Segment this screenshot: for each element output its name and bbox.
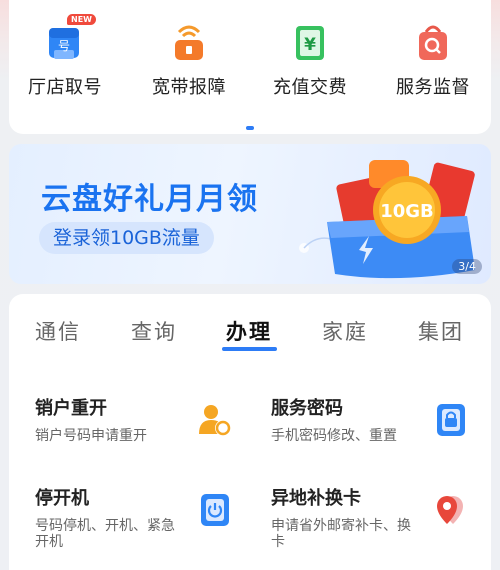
power-icon	[197, 492, 233, 528]
quick-services-card: 号 NEW 厅店取号 宽带报障 ¥ 充值交费 服务监督	[9, 0, 491, 134]
tab-group[interactable]: 集团	[418, 316, 464, 346]
service-remote-card-replace[interactable]: 异地补换卡 申请省外邮寄补卡、换卡	[271, 484, 491, 550]
carousel-dot-active	[246, 126, 254, 130]
quick-item-ticket[interactable]: 号 NEW 厅店取号	[5, 14, 125, 99]
tab-query[interactable]: 查询	[131, 316, 177, 346]
active-tab-indicator	[222, 347, 277, 351]
coin-text: 10GB	[380, 201, 434, 222]
carousel-page-indicator: 3/4	[452, 259, 482, 274]
tab-handle[interactable]: 办理	[226, 316, 272, 346]
tab-communication[interactable]: 通信	[35, 316, 81, 346]
service-suspend-resume[interactable]: 停开机 号码停机、开机、紧急开机	[35, 484, 255, 550]
new-badge: NEW	[67, 14, 96, 25]
service-desc: 号码停机、开机、紧急开机	[35, 518, 175, 550]
service-password[interactable]: 服务密码 手机密码修改、重置	[271, 394, 491, 444]
promo-banner[interactable]: 云盘好礼月月领 登录领10GB流量 10GB 3/4	[9, 144, 491, 284]
service-desc: 手机密码修改、重置	[271, 428, 397, 444]
magnifier-bag-icon	[411, 20, 455, 64]
quick-item-label: 充值交费	[273, 77, 347, 98]
service-desc: 申请省外邮寄补卡、换卡	[271, 518, 411, 550]
lock-icon	[433, 402, 469, 438]
quick-item-label: 宽带报障	[152, 77, 226, 98]
svg-text:¥: ¥	[304, 35, 316, 55]
ticket-icon: 号 NEW	[43, 14, 96, 64]
service-account-reopen[interactable]: 销户重开 销户号码申请重开	[35, 394, 255, 444]
router-icon	[167, 20, 211, 64]
services-panel: 通信 查询 办理 家庭 集团 销户重开 销户号码申请重开 服务密码 手机密码修改…	[9, 294, 491, 570]
tab-family[interactable]: 家庭	[322, 316, 368, 346]
quick-item-recharge[interactable]: ¥ 充值交费	[250, 20, 370, 99]
svg-text:号: 号	[58, 39, 70, 53]
carousel-dots	[9, 115, 491, 134]
banner-title: 云盘好礼月月领	[41, 182, 258, 217]
service-desc: 销户号码申请重开	[35, 428, 147, 444]
banner-subtitle: 登录领10GB流量	[39, 222, 214, 254]
user-refresh-icon	[197, 402, 233, 438]
quick-item-label: 服务监督	[396, 77, 470, 98]
quick-item-broadband[interactable]: 宽带报障	[129, 20, 249, 99]
yuan-icon: ¥	[288, 20, 332, 64]
quick-item-label: 厅店取号	[28, 77, 102, 98]
location-pin-icon	[433, 492, 469, 528]
quick-item-supervision[interactable]: 服务监督	[373, 20, 493, 99]
